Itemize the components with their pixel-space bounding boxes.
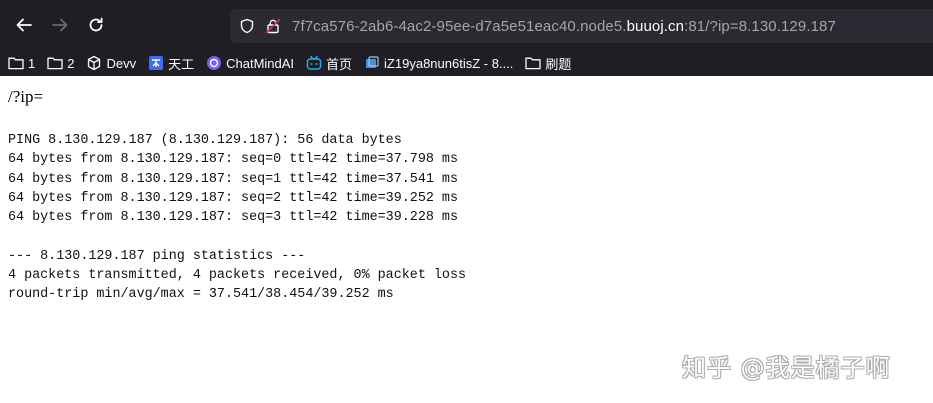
insecure-lock-icon[interactable]: [262, 15, 284, 37]
output-line: 64 bytes from 8.130.129.187: seq=0 ttl=4…: [8, 152, 458, 168]
output-line: --- 8.130.129.187 ping statistics ---: [8, 248, 306, 264]
url-text[interactable]: 7f7ca576-2ab6-4ac2-95ee-d7a5e51eac40.nod…: [292, 18, 836, 35]
bookmark-label: 首页: [326, 56, 353, 72]
url-suffix: :81/?ip=8.130.129.187: [684, 17, 836, 35]
bookmark-chatmindai[interactable]: ChatMindAI: [206, 52, 294, 74]
output-line: PING 8.130.129.187 (8.130.129.187): 56 d…: [8, 133, 402, 148]
bookmark-tiangong[interactable]: 天工: [148, 52, 194, 74]
browser-toolbar: 7f7ca576-2ab6-4ac2-95ee-d7a5e51eac40.nod…: [0, 0, 933, 50]
reload-icon: [89, 17, 103, 32]
chatmind-icon: [206, 55, 222, 71]
arrow-right-icon: [52, 18, 68, 32]
bookmark-bilibili-home[interactable]: 首页: [306, 52, 352, 74]
query-text: /?ip=: [8, 87, 44, 106]
back-button[interactable]: [6, 7, 42, 43]
url-prefix: 7f7ca576-2ab6-4ac2-95ee-d7a5e51eac40.nod…: [292, 17, 627, 35]
bookmark-label: iZ19ya8nun6tisZ - 8....: [384, 55, 514, 71]
bilibili-icon: [306, 55, 322, 71]
bookmark-folder-1[interactable]: 1: [8, 52, 35, 74]
arrow-left-icon: [16, 18, 32, 32]
bookmark-folder-2[interactable]: 2: [47, 52, 74, 74]
output-line: 64 bytes from 8.130.129.187: seq=2 ttl=4…: [8, 190, 458, 206]
bookmark-folder-practice[interactable]: 刷题: [525, 52, 571, 74]
bookmark-devv[interactable]: Devv: [86, 52, 136, 74]
reload-button[interactable]: [78, 7, 114, 43]
bookmarks-bar: 1 2 Devv 天工 ChatMindAI 首页 iZ19ya8nun6tis…: [0, 50, 933, 76]
output-line: 64 bytes from 8.130.129.187: seq=3 ttl=4…: [8, 210, 458, 226]
folder-icon: [8, 55, 24, 71]
tracking-shield-icon[interactable]: [236, 15, 258, 37]
bookmark-label: 天工: [168, 56, 195, 72]
bookmark-server[interactable]: iZ19ya8nun6tisZ - 8....: [364, 52, 513, 74]
folder-icon: [525, 55, 542, 71]
ping-output: PING 8.130.129.187 (8.130.129.187): 56 d…: [8, 131, 933, 305]
address-bar[interactable]: 7f7ca576-2ab6-4ac2-95ee-d7a5e51eac40.nod…: [230, 9, 933, 43]
output-line: 64 bytes from 8.130.129.187: seq=1 ttl=4…: [8, 171, 458, 187]
cube-icon: [86, 55, 102, 71]
bookmark-label: 1: [28, 55, 36, 71]
bookmark-label: Devv: [106, 55, 137, 71]
folder-icon: [47, 55, 63, 71]
page-content: /?ip= PING 8.130.129.187 (8.130.129.187)…: [8, 80, 933, 305]
tiangong-icon: [148, 55, 164, 71]
output-line: 4 packets transmitted, 4 packets receive…: [8, 268, 467, 284]
zhihu-watermark: 知乎 @我是橘子啊: [682, 354, 891, 382]
bookmark-label: 2: [67, 55, 75, 71]
output-line: round-trip min/avg/max = 37.541/38.454/3…: [8, 287, 394, 303]
url-domain: buuoj.cn: [626, 17, 685, 35]
bookmark-label: ChatMindAI: [226, 55, 295, 71]
bookmark-label: 刷题: [545, 56, 572, 72]
server-icon: [364, 55, 380, 71]
forward-button[interactable]: [42, 7, 78, 43]
